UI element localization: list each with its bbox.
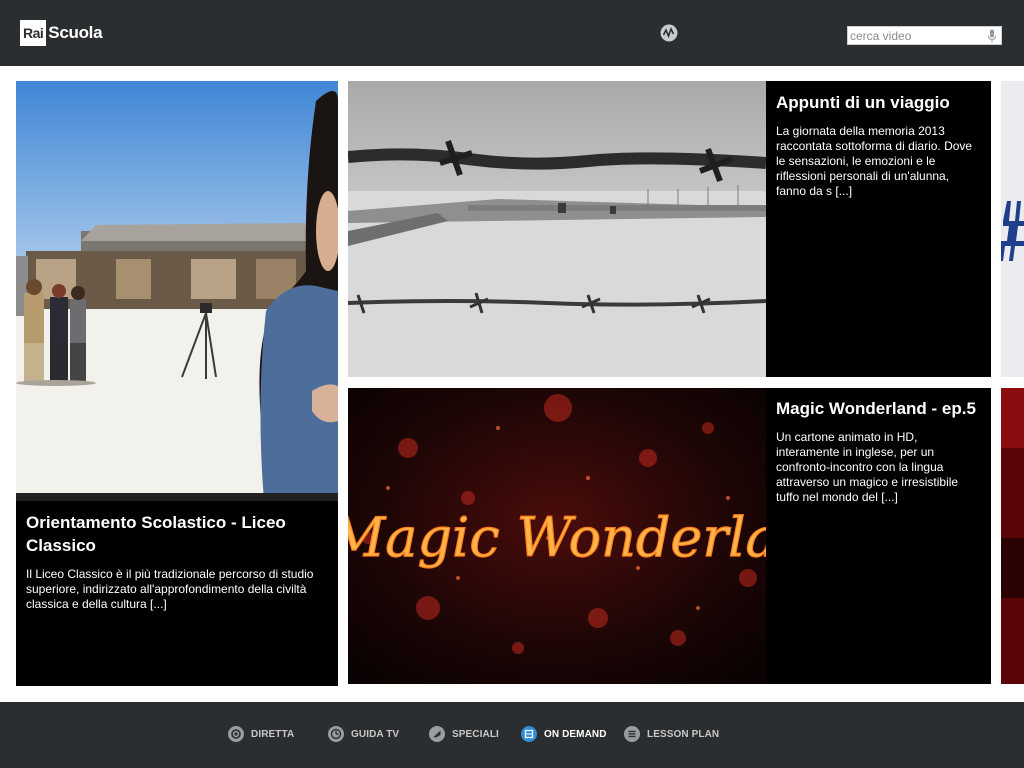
tile-title[interactable]: Magic Wonderland - ep.5: [776, 397, 981, 420]
tile-caption: Orientamento Scolastico - Liceo Classico…: [16, 501, 338, 686]
nav-label: LESSON PLAN: [647, 728, 720, 740]
bottom-nav-bar: DIRETTA GUIDA TV SPECIALI ON DEMAND LESS…: [0, 702, 1024, 768]
video-thumbnail: Magic Wonderland: [348, 388, 766, 684]
nav-label: ON DEMAND: [544, 728, 607, 740]
video-thumbnail: [1001, 388, 1024, 684]
tile-description: Il Liceo Classico è il più tradizionale …: [26, 567, 314, 611]
wave-icon[interactable]: [660, 24, 678, 42]
magic-wonderland-title-art: Magic Wonderland: [348, 506, 766, 569]
video-tile-magic-wonderland[interactable]: Magic Wonderland Magic Wonderland - ep.5…: [348, 388, 991, 684]
rai-scuola-logo[interactable]: Rai Scuola: [20, 20, 103, 46]
tile-title[interactable]: Orientamento Scolastico - Liceo Classico: [26, 511, 328, 557]
video-tile-appunti-di-un-viaggio[interactable]: Appunti di un viaggio La giornata della …: [348, 81, 991, 377]
live-icon: [228, 726, 244, 742]
on-demand-icon: [521, 726, 537, 742]
logo-rai-text: Rai: [20, 20, 47, 46]
tile-caption: Magic Wonderland - ep.5 Un cartone anima…: [766, 388, 991, 684]
tile-description: Un cartone animato in HD, interamente in…: [776, 430, 959, 504]
main-navigation: DIRETTA GUIDA TV SPECIALI ON DEMAND LESS…: [0, 724, 1024, 744]
search-box[interactable]: [847, 26, 1002, 45]
top-bar: Rai Scuola: [0, 0, 1024, 66]
nav-item-guida-tv[interactable]: GUIDA TV: [328, 724, 399, 744]
lesson-plan-icon: [624, 726, 640, 742]
nav-label: SPECIALI: [452, 728, 499, 740]
microphone-icon[interactable]: [987, 29, 997, 43]
video-thumbnail: [1001, 81, 1024, 377]
nav-item-lesson-plan[interactable]: LESSON PLAN: [624, 724, 719, 744]
tv-guide-icon: [328, 726, 344, 742]
video-tile-partial-top[interactable]: [1001, 81, 1024, 377]
video-tile-liceo-classico[interactable]: Orientamento Scolastico - Liceo Classico…: [16, 81, 338, 686]
tile-title[interactable]: Appunti di un viaggio: [776, 91, 981, 114]
video-thumbnail: [16, 81, 338, 501]
video-tile-partial-bottom[interactable]: [1001, 388, 1024, 684]
search-input[interactable]: [848, 27, 980, 44]
nav-item-speciali[interactable]: SPECIALI: [429, 724, 499, 744]
nav-item-diretta[interactable]: DIRETTA: [228, 724, 294, 744]
tile-caption: Appunti di un viaggio La giornata della …: [766, 81, 991, 377]
video-thumbnail: [348, 81, 766, 377]
nav-label: DIRETTA: [251, 728, 295, 740]
specials-icon: [429, 726, 445, 742]
nav-label: GUIDA TV: [351, 728, 400, 740]
tile-description: La giornata della memoria 2013 raccontat…: [776, 124, 973, 198]
nav-item-on-demand[interactable]: ON DEMAND: [521, 724, 607, 744]
logo-scuola-text: Scuola: [48, 23, 103, 42]
